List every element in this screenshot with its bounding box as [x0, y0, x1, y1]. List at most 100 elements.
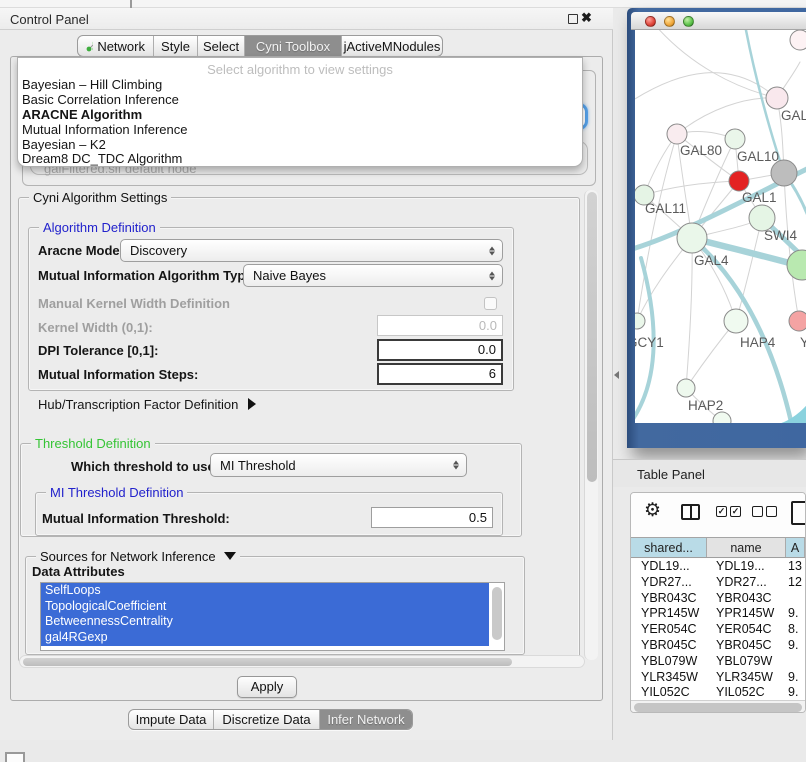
control-panel-title: Control Panel: [10, 12, 89, 27]
mi-threshold-group-title: MI Threshold Definition: [46, 485, 187, 500]
combo-stepper-icon: [489, 246, 495, 255]
select-all-checkbox-icon-1[interactable]: ✓: [716, 506, 727, 517]
network-node-gal80[interactable]: [667, 124, 687, 144]
tab-label: Impute Data: [136, 712, 207, 727]
mi-algorithm-type-combobox[interactable]: Naive Bayes: [243, 264, 503, 287]
table-cell: 9.: [786, 638, 805, 654]
network-node-gal10[interactable]: [725, 129, 745, 149]
select-all-checkbox-icon-2[interactable]: ✓: [730, 506, 741, 517]
network-node-hap2[interactable]: [677, 379, 695, 397]
table-row[interactable]: YDR27...YDR27...12: [631, 575, 805, 591]
mi-steps-field[interactable]: 6: [377, 363, 503, 385]
table-row[interactable]: YER054CYER054C8.: [631, 622, 805, 638]
algorithm-dropdown-placeholder: Select algorithm to view settings: [18, 62, 582, 77]
zoom-traffic-light-icon[interactable]: [683, 16, 694, 27]
table-column-header[interactable]: A: [786, 538, 805, 557]
table-horizontal-scrollbar[interactable]: [631, 700, 805, 713]
sources-collapse-arrow-icon[interactable]: [224, 552, 236, 560]
table-cell: [786, 654, 805, 670]
table-row[interactable]: YIL052CYIL052C9.: [631, 685, 805, 700]
kernel-width-field[interactable]: 0.0: [377, 315, 503, 336]
manual-kernel-width-checkbox[interactable]: [484, 297, 497, 310]
which-threshold-combobox[interactable]: MI Threshold: [210, 453, 467, 477]
dpi-tolerance-field[interactable]: 0.0: [377, 339, 503, 361]
deselect-checkbox-icon-1[interactable]: [752, 506, 763, 517]
network-node-hap4[interactable]: [724, 309, 748, 333]
close-traffic-light-icon[interactable]: [645, 16, 656, 27]
table-cell: YER054C: [707, 622, 786, 638]
column-layout-icon[interactable]: [681, 504, 700, 520]
mi-threshold-field[interactable]: 0.5: [371, 507, 493, 528]
algorithm-option[interactable]: Dream8 DC_TDC Algorithm: [21, 152, 579, 167]
table-cell: 9.: [786, 670, 805, 686]
hub-expand-arrow-icon[interactable]: [248, 398, 256, 410]
attribute-list-item[interactable]: SelfLoops: [41, 583, 489, 599]
algorithm-option[interactable]: Bayesian – Hill Climbing: [21, 78, 579, 93]
collapsed-panel-icon[interactable]: [5, 752, 25, 762]
data-attributes-listbox[interactable]: SelfLoopsTopologicalCoefficientBetweenne…: [40, 582, 505, 651]
table-horizontal-scrollbar-thumb[interactable]: [634, 703, 802, 712]
tab-cyni-toolbox[interactable]: Cyni Toolbox: [245, 36, 342, 56]
manual-kernel-width-label: Manual Kernel Width Definition: [38, 296, 230, 311]
algorithm-option[interactable]: Basic Correlation Inference: [21, 93, 579, 108]
tab-impute-data[interactable]: Impute Data: [129, 710, 214, 729]
table-row[interactable]: YBR043CYBR043C: [631, 591, 805, 607]
table-file-icon[interactable]: [791, 501, 806, 525]
application-window: Control Panel ✖ Network Style SelectCyni T…: [0, 0, 806, 762]
algorithm-option[interactable]: ARACNE Algorithm: [21, 108, 579, 123]
attribute-list-item[interactable]: BetweennessCentrality: [41, 614, 489, 630]
settings-horizontal-scrollbar[interactable]: [19, 655, 585, 668]
attribute-list-item[interactable]: gal4RGexp: [41, 630, 489, 646]
sources-group-title: Sources for Network Inference: [36, 549, 240, 564]
aracne-mode-combobox[interactable]: Discovery: [120, 239, 503, 262]
network-node-gal[interactable]: [766, 87, 788, 109]
network-node[interactable]: [790, 30, 806, 50]
deselect-checkbox-icon-2[interactable]: [766, 506, 777, 517]
table-row[interactable]: YBL079WYBL079W: [631, 654, 805, 670]
tab-label: Style: [161, 39, 190, 54]
mi-threshold-label: Mutual Information Threshold:: [42, 511, 230, 526]
tab-style[interactable]: Style: [154, 36, 198, 56]
table-column-header[interactable]: shared...: [631, 538, 707, 557]
attributes-scrollbar-thumb[interactable]: [492, 587, 502, 640]
settings-vertical-scrollbar[interactable]: [584, 190, 598, 660]
tab-infer-network[interactable]: Infer Network: [320, 710, 412, 729]
network-node-label: GAL4: [694, 253, 729, 268]
tab-select[interactable]: Select: [198, 36, 245, 56]
table-row[interactable]: YPR145WYPR145W9.: [631, 606, 805, 622]
data-attributes-label: Data Attributes: [32, 564, 125, 579]
network-node-gal4[interactable]: [677, 223, 707, 253]
combo-stepper-icon: [489, 271, 495, 280]
close-icon[interactable]: ✖: [581, 10, 592, 26]
table-cell: YBR045C: [707, 638, 786, 654]
attribute-list-item[interactable]: TopologicalCoefficient: [41, 599, 489, 615]
table-cell: YLR345W: [707, 670, 786, 686]
cyni-settings-group-title: Cyni Algorithm Settings: [29, 190, 171, 205]
network-node-label: SWI4: [764, 228, 797, 243]
minimize-traffic-light-icon[interactable]: [664, 16, 675, 27]
table-cell: YPR145W: [631, 606, 707, 622]
table-column-header[interactable]: name: [707, 538, 786, 557]
network-node-gcy1[interactable]: [635, 313, 645, 329]
tab-jactivemnodules[interactable]: jActiveMNodules: [342, 36, 442, 56]
table-row[interactable]: YDL19...YDL19...13: [631, 559, 805, 575]
algorithm-option[interactable]: Bayesian – K2: [21, 138, 579, 153]
network-node-gal1[interactable]: [729, 171, 749, 191]
apply-button[interactable]: Apply: [237, 676, 297, 698]
splitter-collapse-arrow-icon[interactable]: [614, 371, 619, 379]
table-cell: YDR27...: [707, 575, 786, 591]
network-node[interactable]: [713, 412, 731, 423]
network-canvas[interactable]: GALGAL80GAL10GAL1GAL11SWI4GAL4GCY1HAP4YH…: [635, 30, 806, 423]
hub-definition-label[interactable]: Hub/Transcription Factor Definition: [38, 397, 238, 412]
table-row[interactable]: YLR345WYLR345W9.: [631, 670, 805, 686]
float-window-icon[interactable]: [568, 14, 578, 24]
settings-vertical-scrollbar-thumb[interactable]: [587, 192, 597, 482]
tab-discretize-data[interactable]: Discretize Data: [214, 710, 320, 729]
tab-network[interactable]: Network: [78, 36, 154, 56]
table-settings-gear-icon[interactable]: ⚙: [644, 499, 661, 522]
mi-algorithm-type-label: Mutual Information Algorithm Type:: [38, 268, 257, 283]
network-node-y[interactable]: [789, 311, 806, 331]
settings-horizontal-scrollbar-thumb[interactable]: [23, 658, 512, 666]
table-row[interactable]: YBR045CYBR045C9.: [631, 638, 805, 654]
algorithm-option[interactable]: Mutual Information Inference: [21, 123, 579, 138]
